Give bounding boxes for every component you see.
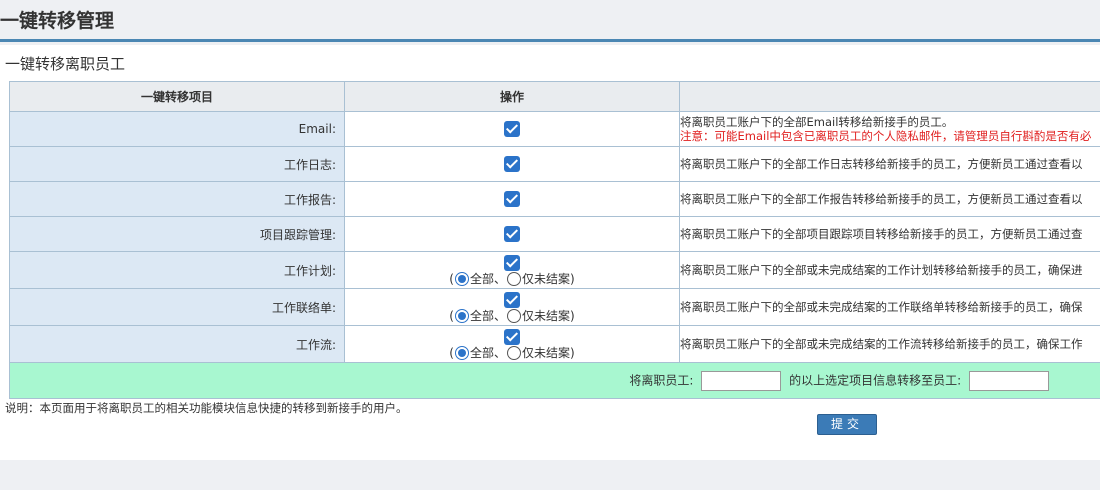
- header-description: [679, 81, 1100, 112]
- row-label: 工作联络单:: [9, 288, 345, 326]
- table-row: 项目跟踪管理: 将离职员工账户下的全部项目跟踪项目转移给新接手的员工，方便新员工…: [9, 216, 1100, 252]
- page-title: 一键转移管理: [0, 10, 115, 32]
- email-checkbox[interactable]: [504, 121, 520, 137]
- submit-button[interactable]: 提交: [817, 414, 877, 435]
- description-text: 将离职员工账户下的全部Email转移给新接手的员工。: [680, 115, 954, 129]
- row-label: 工作流:: [9, 325, 345, 363]
- warning-text: 注意：可能Email中包含已离职员工的个人隐私邮件，请管理员自行斟酌是否有必: [680, 129, 1092, 143]
- header-item: 一键转移项目: [9, 81, 345, 112]
- contact-radio-group: ( 全部、 仅未结案 ): [449, 308, 575, 323]
- workflow-radio-group: ( 全部、 仅未结案 ): [449, 345, 575, 360]
- contact-op-cell: ( 全部、 仅未结案 ): [344, 288, 680, 326]
- transfer-footer-row: 将离职员工: 的以上选定项目信息转移至员工:: [9, 362, 1100, 399]
- plan-radio-group: ( 全部、 仅未结案 ): [449, 271, 575, 286]
- row-label: Email:: [9, 111, 345, 147]
- table-row: 工作日志: 将离职员工账户下的全部工作日志转移给新接手的员工，方便新员工通过查看…: [9, 146, 1100, 182]
- table-row: 工作计划: ( 全部、 仅未结案 ) 将离职员工账户下的全部或未完成结案的工作计…: [9, 251, 1100, 289]
- table-row: Email: 将离职员工账户下的全部Email转移给新接手的员工。 注意：可能E…: [9, 111, 1100, 147]
- description-text: 将离职员工账户下的全部或未完成结案的工作流转移给新接手的员工，确保工作: [679, 325, 1100, 363]
- email-checkbox-cell: [344, 111, 680, 147]
- project-checkbox-cell: [344, 216, 680, 252]
- contact-radio-all[interactable]: [454, 308, 469, 323]
- table-row: 工作流: ( 全部、 仅未结案 ) 将离职员工账户下的全部或未完成结案的工作流转…: [9, 325, 1100, 363]
- to-employee-input[interactable]: [969, 370, 1049, 391]
- row-label: 工作报告:: [9, 181, 345, 217]
- workflow-radio-pending[interactable]: [507, 345, 521, 360]
- table-row: 工作联络单: ( 全部、 仅未结案 ) 将离职员工账户下的全部或未完成结案的工作…: [9, 288, 1100, 326]
- from-employee-input[interactable]: [701, 370, 782, 391]
- plan-radio-all[interactable]: [454, 271, 469, 286]
- workflow-op-cell: ( 全部、 仅未结案 ): [344, 325, 680, 363]
- plan-op-cell: ( 全部、 仅未结案 ): [344, 251, 680, 289]
- header-operation: 操作: [344, 81, 680, 112]
- plan-radio-pending[interactable]: [507, 271, 521, 286]
- transfer-table: 一键转移项目 操作 Email: 将离职员工账户下的全部Email转移给新接手的…: [9, 81, 1100, 399]
- table-row: 工作报告: 将离职员工账户下的全部工作报告转移给新接手的员工，方便新员工通过查看…: [9, 181, 1100, 217]
- page-header: 一键转移管理: [0, 0, 1100, 42]
- workflow-radio-all[interactable]: [454, 345, 469, 360]
- workflow-checkbox[interactable]: [504, 328, 520, 345]
- report-checkbox[interactable]: [504, 191, 520, 207]
- from-employee-label: 将离职员工:: [629, 373, 694, 387]
- project-checkbox[interactable]: [504, 226, 520, 242]
- worklog-checkbox-cell: [344, 146, 680, 182]
- description-text: 将离职员工账户下的全部工作日志转移给新接手的员工，方便新员工通过查看以: [679, 146, 1100, 182]
- worklog-checkbox[interactable]: [504, 156, 520, 172]
- row-description: 将离职员工账户下的全部Email转移给新接手的员工。 注意：可能Email中包含…: [679, 111, 1100, 147]
- section-title: 一键转移离职员工: [5, 55, 126, 73]
- row-label: 工作计划:: [9, 251, 345, 289]
- row-label: 项目跟踪管理:: [9, 216, 345, 252]
- report-checkbox-cell: [344, 181, 680, 217]
- plan-checkbox[interactable]: [504, 254, 520, 271]
- description-text: 将离职员工账户下的全部项目跟踪项目转移给新接手的员工，方便新员工通过查: [679, 216, 1100, 252]
- transfer-footer-cell: 将离职员工: 的以上选定项目信息转移至员工:: [9, 362, 1100, 399]
- contact-radio-pending[interactable]: [507, 308, 521, 323]
- page-note: 说明：本页面用于将离职员工的相关功能模块信息快捷的转移到新接手的用户。: [5, 401, 408, 415]
- row-label: 工作日志:: [9, 146, 345, 182]
- contact-checkbox[interactable]: [504, 291, 520, 308]
- description-text: 将离职员工账户下的全部或未完成结案的工作联络单转移给新接手的员工，确保: [679, 288, 1100, 326]
- to-employee-label: 的以上选定项目信息转移至员工:: [789, 373, 962, 387]
- main-content: 一键转移离职员工 一键转移项目 操作 Email: 将离职员工账户下的全部Ema…: [0, 45, 1100, 460]
- description-text: 将离职员工账户下的全部工作报告转移给新接手的员工，方便新员工通过查看以: [679, 181, 1100, 217]
- description-text: 将离职员工账户下的全部或未完成结案的工作计划转移给新接手的员工，确保进: [679, 251, 1100, 289]
